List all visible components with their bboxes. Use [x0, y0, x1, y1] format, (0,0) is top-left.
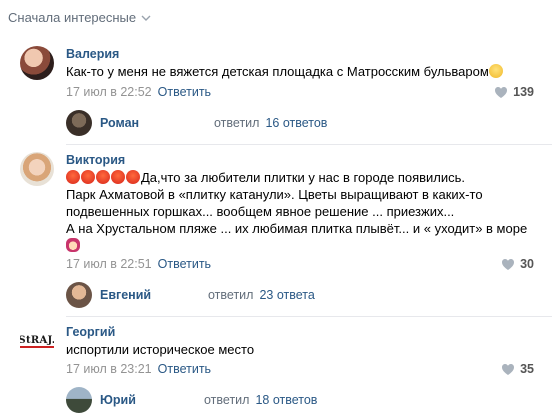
thread-replied: ответил: [204, 393, 250, 407]
author-name[interactable]: Виктория: [66, 153, 125, 167]
heart-icon: [502, 258, 515, 270]
reply-button[interactable]: Ответить: [158, 85, 211, 99]
thread-user[interactable]: Роман: [100, 116, 139, 130]
avatar[interactable]: [20, 152, 54, 186]
thread-user[interactable]: Юрий: [100, 393, 136, 407]
divider: [66, 316, 552, 317]
avatar[interactable]: [66, 282, 92, 308]
comment-date[interactable]: 17 июл в 23:21: [66, 362, 152, 376]
reply-button[interactable]: Ответить: [158, 257, 211, 271]
angry-emoji-icon: [126, 170, 140, 184]
avatar[interactable]: [20, 46, 54, 80]
reply-thread[interactable]: Роман ответил 16 ответов: [66, 108, 552, 138]
angry-emoji-icon: [66, 170, 80, 184]
comment-meta: 17 июл в 23:21 Ответить: [66, 362, 211, 376]
sort-dropdown[interactable]: Сначала интересные: [8, 10, 152, 25]
flushed-emoji-icon: [488, 64, 503, 78]
divider: [66, 144, 552, 145]
reply-thread[interactable]: Юрий ответил 18 ответов: [66, 385, 552, 415]
comment-text: Да,что за любители плитки у нас в городе…: [66, 169, 546, 254]
like-button[interactable]: 139: [494, 85, 534, 99]
comment-date[interactable]: 17 июл в 22:51: [66, 257, 152, 271]
heart-icon: [502, 363, 515, 375]
comment-meta: 17 июл в 22:52 Ответить: [66, 85, 211, 99]
like-button[interactable]: 35: [501, 362, 534, 376]
avatar[interactable]: [66, 110, 92, 136]
chevron-down-icon: [141, 15, 151, 21]
thread-count[interactable]: 18 ответов: [255, 393, 317, 407]
thread-count[interactable]: 23 ответа: [259, 288, 314, 302]
thread-replied: ответил: [214, 116, 260, 130]
thread-replied: ответил: [208, 288, 254, 302]
like-count: 139: [513, 85, 534, 99]
like-count: 30: [520, 257, 534, 271]
avatar-logo: StRAJ.: [20, 334, 54, 348]
thread-info: ответил 23 ответа: [208, 288, 315, 302]
comment-text: испортили историческое место: [66, 342, 255, 357]
woman-emoji-icon: [66, 238, 80, 252]
avatar[interactable]: StRAJ.: [20, 324, 54, 358]
heart-icon: [495, 86, 508, 98]
angry-emoji-icon: [111, 170, 125, 184]
comment-date[interactable]: 17 июл в 22:52: [66, 85, 152, 99]
thread-user[interactable]: Евгений: [100, 288, 151, 302]
thread-info: ответил 16 ответов: [214, 116, 327, 130]
avatar[interactable]: [66, 387, 92, 413]
comment-meta: 17 июл в 22:51 Ответить: [66, 257, 211, 271]
like-count: 35: [520, 362, 534, 376]
angry-emoji-icon: [96, 170, 110, 184]
thread-count[interactable]: 16 ответов: [265, 116, 327, 130]
like-button[interactable]: 30: [501, 257, 534, 271]
thread-info: ответил 18 ответов: [204, 393, 317, 407]
reply-thread[interactable]: Евгений ответил 23 ответа: [66, 280, 552, 310]
angry-emoji-icon: [81, 170, 95, 184]
comment-text: Как-то у меня не вяжется детская площадк…: [66, 63, 546, 80]
author-name[interactable]: Георгий: [66, 325, 115, 339]
reply-button[interactable]: Ответить: [158, 362, 211, 376]
author-name[interactable]: Валерия: [66, 47, 119, 61]
sort-label: Сначала интересные: [8, 10, 137, 25]
